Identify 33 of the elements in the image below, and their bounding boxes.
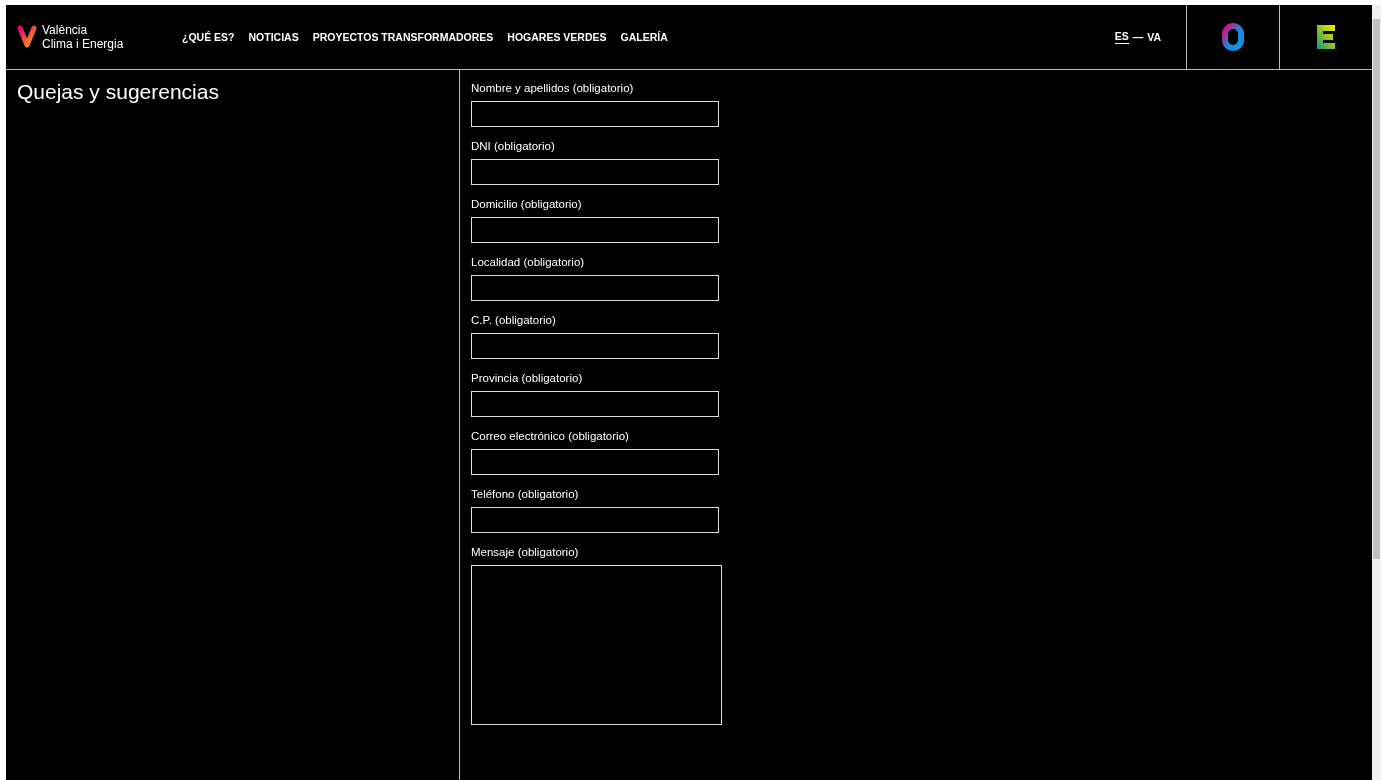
- language-link[interactable]: ES: [1114, 30, 1129, 44]
- language-separator: —: [1132, 31, 1144, 43]
- input-field[interactable]: [471, 275, 719, 301]
- letter-logo-icon[interactable]: [1315, 23, 1337, 51]
- field-label: Mensaje (obligatorio): [471, 546, 580, 558]
- nav-link[interactable]: PROYECTOS TRANSFORMADORES: [312, 31, 494, 43]
- field-label: Domicilio (obligatorio): [471, 198, 583, 210]
- message-field[interactable]: [471, 565, 722, 725]
- input-field[interactable]: [471, 333, 719, 359]
- field-label: DNI (obligatorio): [471, 140, 556, 152]
- field-label: Provincia (obligatorio): [471, 372, 584, 384]
- input-field[interactable]: [471, 101, 719, 127]
- ring-logo-icon[interactable]: [1221, 23, 1245, 51]
- nav-link[interactable]: ¿QUÉ ES?: [182, 31, 235, 43]
- input-field[interactable]: [471, 159, 719, 185]
- language-link[interactable]: VA: [1147, 30, 1161, 44]
- page-title: Quejas y sugerencias: [17, 80, 220, 104]
- field-label: Localidad (obligatorio): [471, 256, 586, 268]
- input-field[interactable]: [471, 391, 719, 417]
- input-field[interactable]: [471, 217, 719, 243]
- field-label: Correo electrónico (obligatorio): [471, 430, 630, 442]
- input-field[interactable]: [471, 507, 719, 533]
- nav-link[interactable]: GALERÍA: [620, 31, 668, 43]
- logo-icon[interactable]: [17, 25, 37, 49]
- field-label: Teléfono (obligatorio): [471, 488, 580, 500]
- scrollbar[interactable]: [1372, 5, 1381, 780]
- input-field[interactable]: [471, 449, 719, 475]
- nav-link[interactable]: NOTICIAS: [248, 31, 299, 43]
- field-label: C.P. (obligatorio): [471, 314, 557, 326]
- field-label: Nombre y apellidos (obligatorio): [471, 82, 635, 94]
- logo-text: València: [42, 23, 89, 37]
- logo-text: Clima i Energia: [42, 37, 124, 51]
- nav-link[interactable]: HOGARES VERDES: [507, 31, 607, 43]
